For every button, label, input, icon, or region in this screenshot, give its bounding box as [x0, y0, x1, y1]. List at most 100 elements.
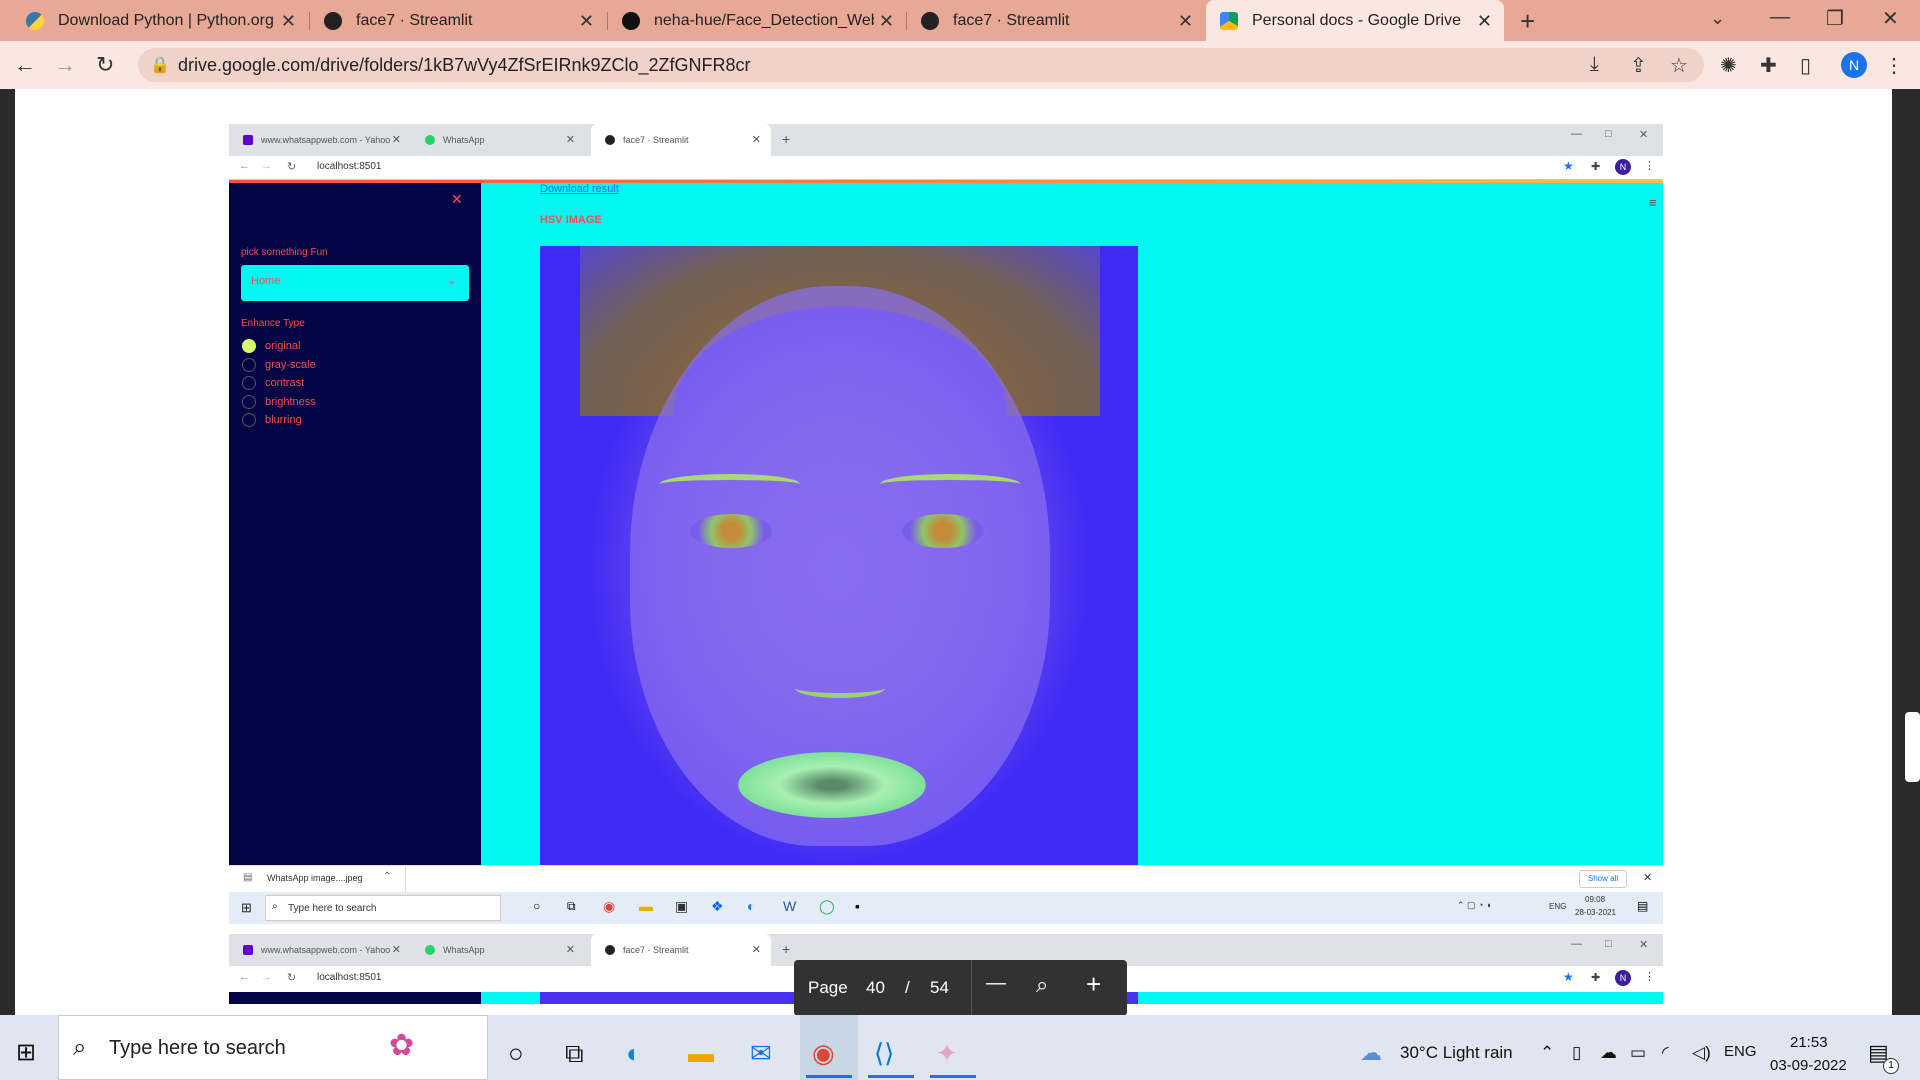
- store-icon: ▣: [675, 898, 689, 914]
- notification-badge: 1: [1883, 1058, 1899, 1074]
- extension-bug-icon[interactable]: ✺: [1720, 53, 1737, 78]
- file-icon: ▤: [243, 872, 253, 883]
- kebab-menu-icon[interactable]: ⋮: [1884, 53, 1904, 78]
- clock-date[interactable]: 03-09-2022: [1770, 1057, 1847, 1074]
- edge-icon[interactable]: ◐: [626, 1038, 642, 1069]
- select-value: Home: [251, 275, 281, 287]
- inner-tab-strip: www.whatsappweb.com - Yahoo ✕ WhatsApp ✕…: [229, 124, 1663, 156]
- inner-tab-streamlit: face7 · Streamlit ✕: [591, 124, 771, 156]
- onedrive-icon[interactable]: ☁: [1600, 1043, 1617, 1063]
- inner-new-tab-icon: +: [782, 131, 791, 147]
- weather-text[interactable]: 30°C Light rain: [1400, 1043, 1513, 1063]
- vscode-icon[interactable]: ⟨⟩: [874, 1038, 894, 1069]
- volume-icon[interactable]: ◁): [1692, 1043, 1711, 1063]
- clock-time[interactable]: 21:53: [1790, 1034, 1828, 1051]
- tab-google-drive[interactable]: Personal docs - Google Drive ✕: [1206, 0, 1504, 41]
- side-panel-icon[interactable]: ▯: [1800, 53, 1811, 78]
- inner-minimize-icon: —: [1571, 938, 1582, 950]
- inner-tab-title: face7 · Streamlit: [623, 135, 689, 145]
- close-icon[interactable]: ✕: [1178, 11, 1193, 32]
- close-icon: ✕: [391, 134, 401, 146]
- radio-label: original: [265, 340, 301, 352]
- forward-icon[interactable]: →: [54, 52, 76, 78]
- streamlit-icon: [605, 135, 615, 145]
- inner-puzzle-icon: ✚: [1591, 972, 1601, 984]
- radio-label: blurring: [265, 414, 302, 426]
- weather-icon[interactable]: ☁: [1360, 1040, 1382, 1066]
- github-icon: [622, 11, 640, 30]
- tab-search-chevron-icon[interactable]: ⌄: [1710, 8, 1725, 29]
- inner-back-icon: ←: [239, 160, 250, 172]
- streamlit-icon: [605, 945, 615, 955]
- window-close-icon[interactable]: ✕: [1882, 6, 1899, 31]
- right-eye: [902, 514, 984, 548]
- app-icon[interactable]: ✦: [936, 1038, 958, 1069]
- show-hidden-icons[interactable]: ⌃: [1540, 1043, 1554, 1063]
- task-view-icon[interactable]: ⧉: [565, 1038, 584, 1070]
- restore-icon[interactable]: ❐: [1826, 6, 1844, 31]
- close-icon[interactable]: ✕: [1477, 11, 1492, 32]
- streamlit-icon: [921, 11, 939, 30]
- url-text[interactable]: drive.google.com/drive/folders/1kB7wVy4Z…: [178, 55, 751, 76]
- battery-icon[interactable]: ▭: [1630, 1043, 1646, 1063]
- share-icon[interactable]: ⇪: [1630, 53, 1647, 78]
- close-icon[interactable]: ✕: [281, 11, 296, 32]
- language-indicator[interactable]: ENG: [1724, 1043, 1757, 1060]
- taskbar-search-placeholder: Type here to search: [109, 1037, 286, 1059]
- inner-avatar: N: [1615, 970, 1631, 986]
- back-icon[interactable]: ←: [14, 52, 36, 78]
- tab-streamlit-1[interactable]: face7 · Streamlit ✕: [310, 0, 606, 41]
- hsv-face-image: [540, 246, 1138, 865]
- close-icon[interactable]: ✕: [579, 11, 594, 32]
- tab-title: face7 · Streamlit: [953, 11, 1070, 29]
- inner-back-icon: ←: [239, 971, 250, 983]
- install-icon[interactable]: ⤓: [1590, 53, 1599, 76]
- zoom-icon[interactable]: ⌕: [1036, 972, 1048, 998]
- taskbar-search-box[interactable]: ⌕ Type here to search ✿: [58, 1015, 488, 1080]
- inner-address-row: ← → ↻ localhost:8501 ★ ✚ N ⋮: [229, 156, 1663, 180]
- chrome-icon[interactable]: ◉: [812, 1038, 835, 1069]
- streamlit-icon: [324, 11, 342, 30]
- notification-icon: ▤: [1637, 899, 1649, 913]
- inner-tab-whatsapp: WhatsApp ✕: [411, 124, 585, 156]
- inner-forward-icon: →: [261, 160, 272, 172]
- inner-search-text: Type here to search: [288, 903, 377, 914]
- download-filename: WhatsApp image....jpeg: [267, 873, 363, 883]
- scrollbar-thumb[interactable]: [1905, 712, 1920, 782]
- app-icon: ◯: [819, 898, 835, 914]
- yahoo-icon: [243, 135, 253, 145]
- inner-minimize-icon: —: [1571, 128, 1582, 140]
- current-page-input[interactable]: 40: [866, 978, 885, 998]
- extensions-puzzle-icon[interactable]: ✚: [1760, 53, 1777, 78]
- close-icon[interactable]: ✕: [879, 11, 894, 32]
- new-tab-button[interactable]: +: [1520, 6, 1535, 37]
- zoom-in-button[interactable]: +: [1086, 969, 1101, 1000]
- profile-avatar[interactable]: N: [1841, 52, 1867, 78]
- wifi-icon[interactable]: ◜: [1662, 1043, 1669, 1063]
- device-icon[interactable]: ▯: [1572, 1043, 1581, 1063]
- inner-reload-icon: ↻: [287, 972, 297, 984]
- bookmark-star-icon[interactable]: ☆: [1670, 53, 1688, 78]
- zoom-out-button[interactable]: —: [986, 972, 1006, 995]
- inner-menu-icon: ⋮: [1644, 160, 1655, 172]
- tab-streamlit-2[interactable]: face7 · Streamlit ✕: [907, 0, 1205, 41]
- inner-tray-lang: ENG: [1549, 902, 1567, 911]
- tab-python-download[interactable]: Download Python | Python.org ✕: [12, 0, 308, 41]
- windows-start-icon[interactable]: ⊞: [16, 1038, 36, 1067]
- inner-star-icon: ★: [1563, 970, 1574, 984]
- inner-tray-icons: ⌃ ▢ ◔ ◖: [1457, 900, 1492, 910]
- close-icon: ✕: [391, 944, 401, 956]
- inner-forward-icon: →: [261, 971, 272, 983]
- right-eyebrow: [880, 474, 1020, 494]
- radio-original: [242, 339, 256, 353]
- reload-icon[interactable]: ↻: [96, 52, 114, 78]
- radio-gray-scale: [242, 358, 256, 372]
- whatsapp-icon: [425, 945, 435, 955]
- minimize-icon[interactable]: —: [1770, 6, 1790, 29]
- close-icon: ✕: [565, 134, 575, 146]
- tab-github[interactable]: neha-hue/Face_Detection_WebA ✕: [608, 0, 906, 41]
- file-explorer-icon[interactable]: ▬: [688, 1038, 714, 1069]
- lips: [738, 752, 926, 818]
- cortana-icon[interactable]: ○: [508, 1038, 524, 1069]
- mail-icon[interactable]: ✉: [750, 1038, 772, 1069]
